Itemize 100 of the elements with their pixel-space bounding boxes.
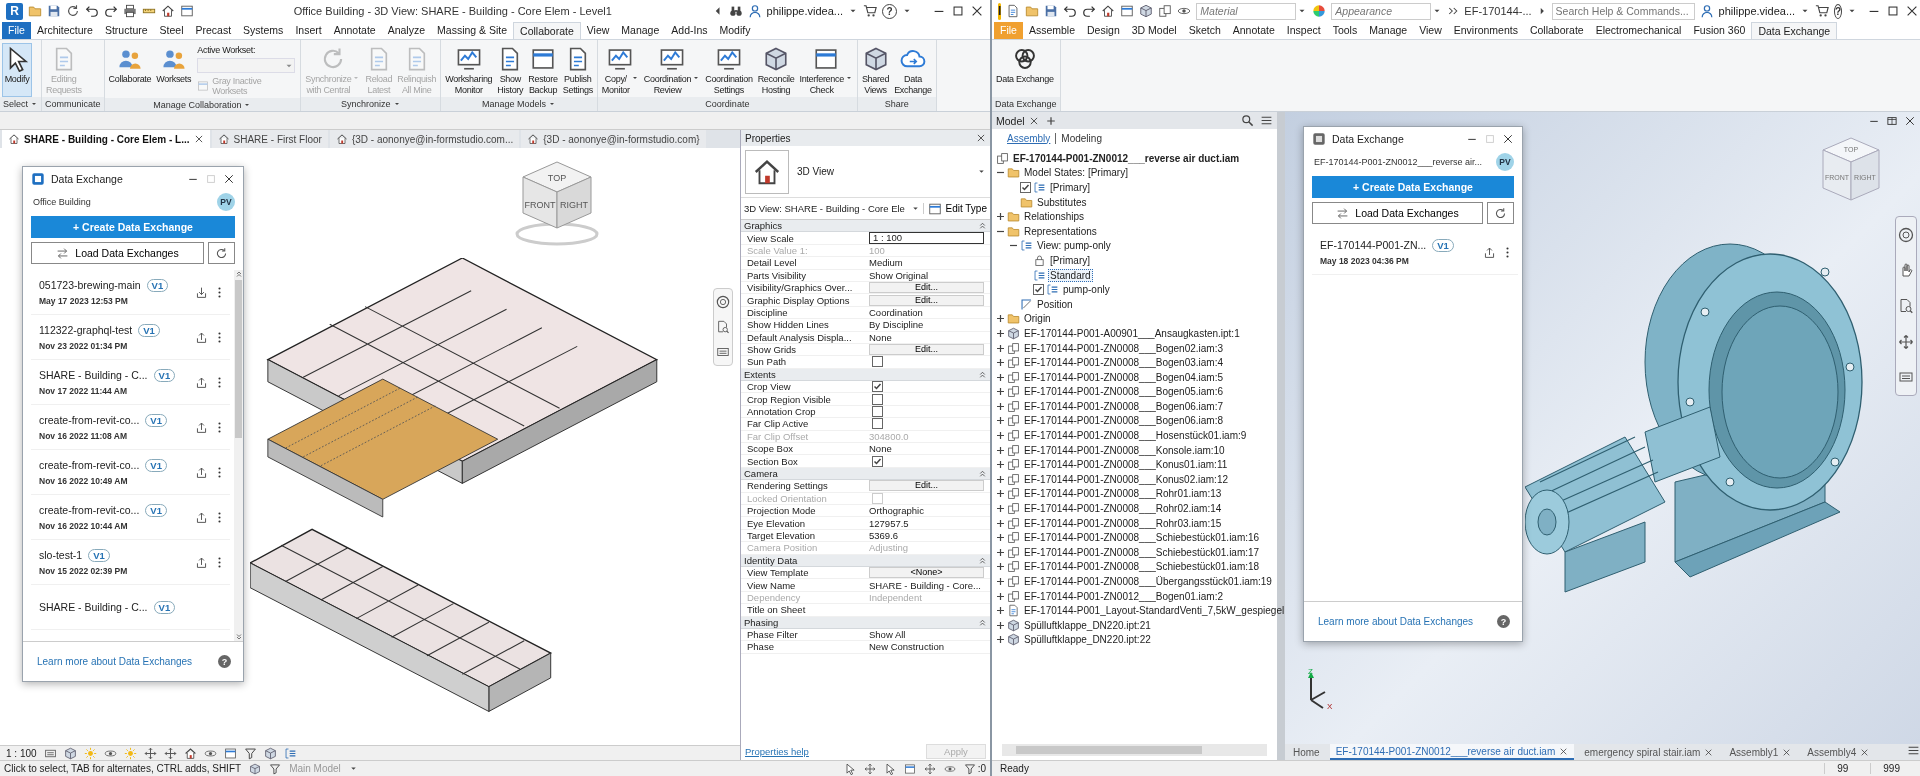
document-tab[interactable]: SHARE - Building - Core Elem - L... [2, 130, 210, 148]
cube-icon[interactable] [1139, 4, 1154, 18]
menu-tab[interactable]: Assemble [1022, 22, 1082, 39]
tree-item[interactable]: EF-170144-P001-ZN0008___Konsole.iam:10 [1022, 443, 1227, 457]
expand-toggle[interactable] [996, 533, 1005, 543]
expand-toggle[interactable] [996, 474, 1005, 484]
view-scale[interactable]: 1 : 100 [6, 747, 37, 759]
tree-item[interactable]: Representations [1022, 224, 1099, 238]
ribbon-button[interactable]: Coordination Settings [703, 43, 755, 97]
menu-tab[interactable]: Design [1081, 22, 1126, 39]
cube-icon[interactable] [249, 762, 262, 775]
upload-icon[interactable] [1483, 245, 1496, 259]
caret-icon[interactable] [348, 764, 358, 773]
edit-button[interactable]: Edit... [869, 294, 984, 306]
stacked-sheets-icon[interactable] [1158, 4, 1173, 18]
edit-button[interactable]: Edit... [869, 344, 984, 356]
appearance-dropdown[interactable]: Appearance [1331, 2, 1432, 20]
user-name[interactable]: philippe.videa... [766, 5, 843, 17]
properties-help-link[interactable]: Properties help [745, 745, 809, 757]
refresh-icon[interactable] [66, 4, 80, 18]
zoom-icon[interactable] [716, 320, 730, 334]
close-icon[interactable] [1904, 115, 1916, 127]
tree-item[interactable]: EF-170144-P001-ZN0008___Schiebestück01.iam:17 [1022, 545, 1262, 559]
browser-mode-tab[interactable]: Modeling [1055, 132, 1107, 144]
document-tab[interactable]: Assembly1 [1723, 744, 1798, 760]
edit-type-button[interactable]: Edit Type [928, 201, 987, 216]
tree-item[interactable]: EF-170144-P001-ZN0008___Hosenstück01.iam:9 [1022, 429, 1249, 443]
menu-tab[interactable]: View [1413, 22, 1448, 39]
collapse-icon[interactable] [978, 221, 987, 231]
load-exchanges-button[interactable]: Load Data Exchanges [31, 242, 204, 264]
expand-toggle[interactable] [996, 518, 1005, 528]
tree-item[interactable]: EF-170144-P001-ZN0008___Rohr01.iam:13 [1022, 487, 1224, 501]
window-icon[interactable] [1120, 4, 1135, 18]
redo-icon[interactable] [1082, 4, 1097, 18]
menu-tab[interactable]: Precast [189, 22, 238, 39]
document-icon[interactable] [1006, 4, 1021, 18]
menu-tab[interactable]: Manage [615, 22, 666, 39]
expand-toggle[interactable] [996, 635, 1005, 645]
tree-item[interactable]: Model States: [Primary] [1022, 166, 1130, 180]
ribbon-button[interactable]: Data Exchange [892, 43, 934, 97]
redo-icon[interactable] [104, 4, 118, 18]
tree-item[interactable]: EF-170144-P001-A00901___Ansaugkasten.ipt:1 [1022, 326, 1242, 340]
refresh-button[interactable] [208, 242, 235, 264]
collapse-icon[interactable] [978, 617, 987, 627]
menu-tab[interactable]: Architecture [30, 22, 99, 39]
expand-icon[interactable] [234, 633, 243, 641]
move-arrows-icon[interactable] [1898, 333, 1914, 350]
move-arrows-icon[interactable] [863, 762, 876, 775]
expand-toggle[interactable] [996, 547, 1005, 557]
checkbox[interactable] [872, 406, 883, 418]
expand-toggle[interactable] [996, 445, 1005, 455]
zoom-icon[interactable] [1898, 298, 1914, 314]
save-icon[interactable] [47, 4, 61, 18]
expand-toggle[interactable] [996, 606, 1005, 616]
tree-item[interactable]: EF-170144-P001-ZN0008___Konus02.iam:12 [1022, 472, 1231, 486]
list-scrollbar[interactable] [234, 270, 243, 641]
expand-toggle[interactable] [996, 416, 1005, 426]
expand-toggle[interactable] [996, 328, 1005, 338]
upload-icon[interactable] [195, 420, 208, 434]
upload-icon[interactable] [195, 510, 208, 524]
expand-toggle[interactable] [996, 489, 1005, 499]
caret-icon[interactable] [548, 100, 557, 108]
menu-tab[interactable]: Data Exchange [1751, 22, 1838, 39]
expand-toggle[interactable] [996, 591, 1005, 601]
cursor-icon[interactable] [843, 762, 856, 775]
filter-icon[interactable] [963, 762, 976, 775]
scale-field[interactable]: 1 : 100 [869, 232, 984, 245]
tree-item[interactable]: View: pump-only [1035, 239, 1113, 253]
tree-item[interactable]: EF-170144-P001-ZN0008___Bogen06.iam:8 [1022, 414, 1226, 428]
menu-icon[interactable] [1907, 744, 1920, 757]
menu-tab[interactable]: Modify [713, 22, 757, 39]
maximize-icon[interactable] [1886, 4, 1901, 18]
browser-mode-tab[interactable]: Assembly [1002, 132, 1056, 144]
view-cube[interactable]: TOP FRONT RIGHT [515, 158, 599, 246]
house-icon[interactable] [161, 4, 175, 18]
close-icon[interactable] [976, 133, 986, 143]
ribbon-button[interactable]: Worksets [154, 43, 194, 97]
search-icon[interactable] [1241, 114, 1254, 127]
user-icon[interactable] [1699, 4, 1714, 18]
tree-item[interactable]: [Primary] [1048, 181, 1092, 194]
tree-item[interactable]: Position [1035, 297, 1075, 311]
expand-toggle[interactable] [996, 460, 1005, 470]
learn-more-link[interactable]: Learn more about Data Exchanges [37, 656, 193, 667]
expand-toggle[interactable] [996, 620, 1005, 630]
download-icon[interactable] [195, 285, 208, 299]
tree-item[interactable]: Substitutes [1035, 195, 1089, 209]
tree-item[interactable]: EF-170144-P001-ZN0008___Bogen05.iam:6 [1022, 385, 1226, 399]
ribbon-button[interactable]: Shared Views [859, 43, 892, 97]
close-icon[interactable] [1704, 747, 1714, 757]
move-arrows-icon[interactable] [163, 746, 177, 760]
expand-toggle[interactable] [996, 562, 1005, 572]
tree-item[interactable]: EF-170144-P001-ZN0012___Bogen01.iam:2 [1022, 589, 1226, 603]
checkbox[interactable] [872, 418, 883, 430]
upload-icon[interactable] [195, 375, 208, 389]
tree-item[interactable]: Origin [1022, 312, 1053, 326]
filter-icon[interactable] [243, 746, 257, 760]
menu-tab[interactable]: Add-Ins [665, 22, 714, 39]
tree-item[interactable]: EF-170144-P001-ZN0008___Rohr02.iam:14 [1022, 502, 1224, 516]
expand-toggle[interactable] [996, 212, 1005, 222]
collapse-icon[interactable] [978, 469, 987, 478]
